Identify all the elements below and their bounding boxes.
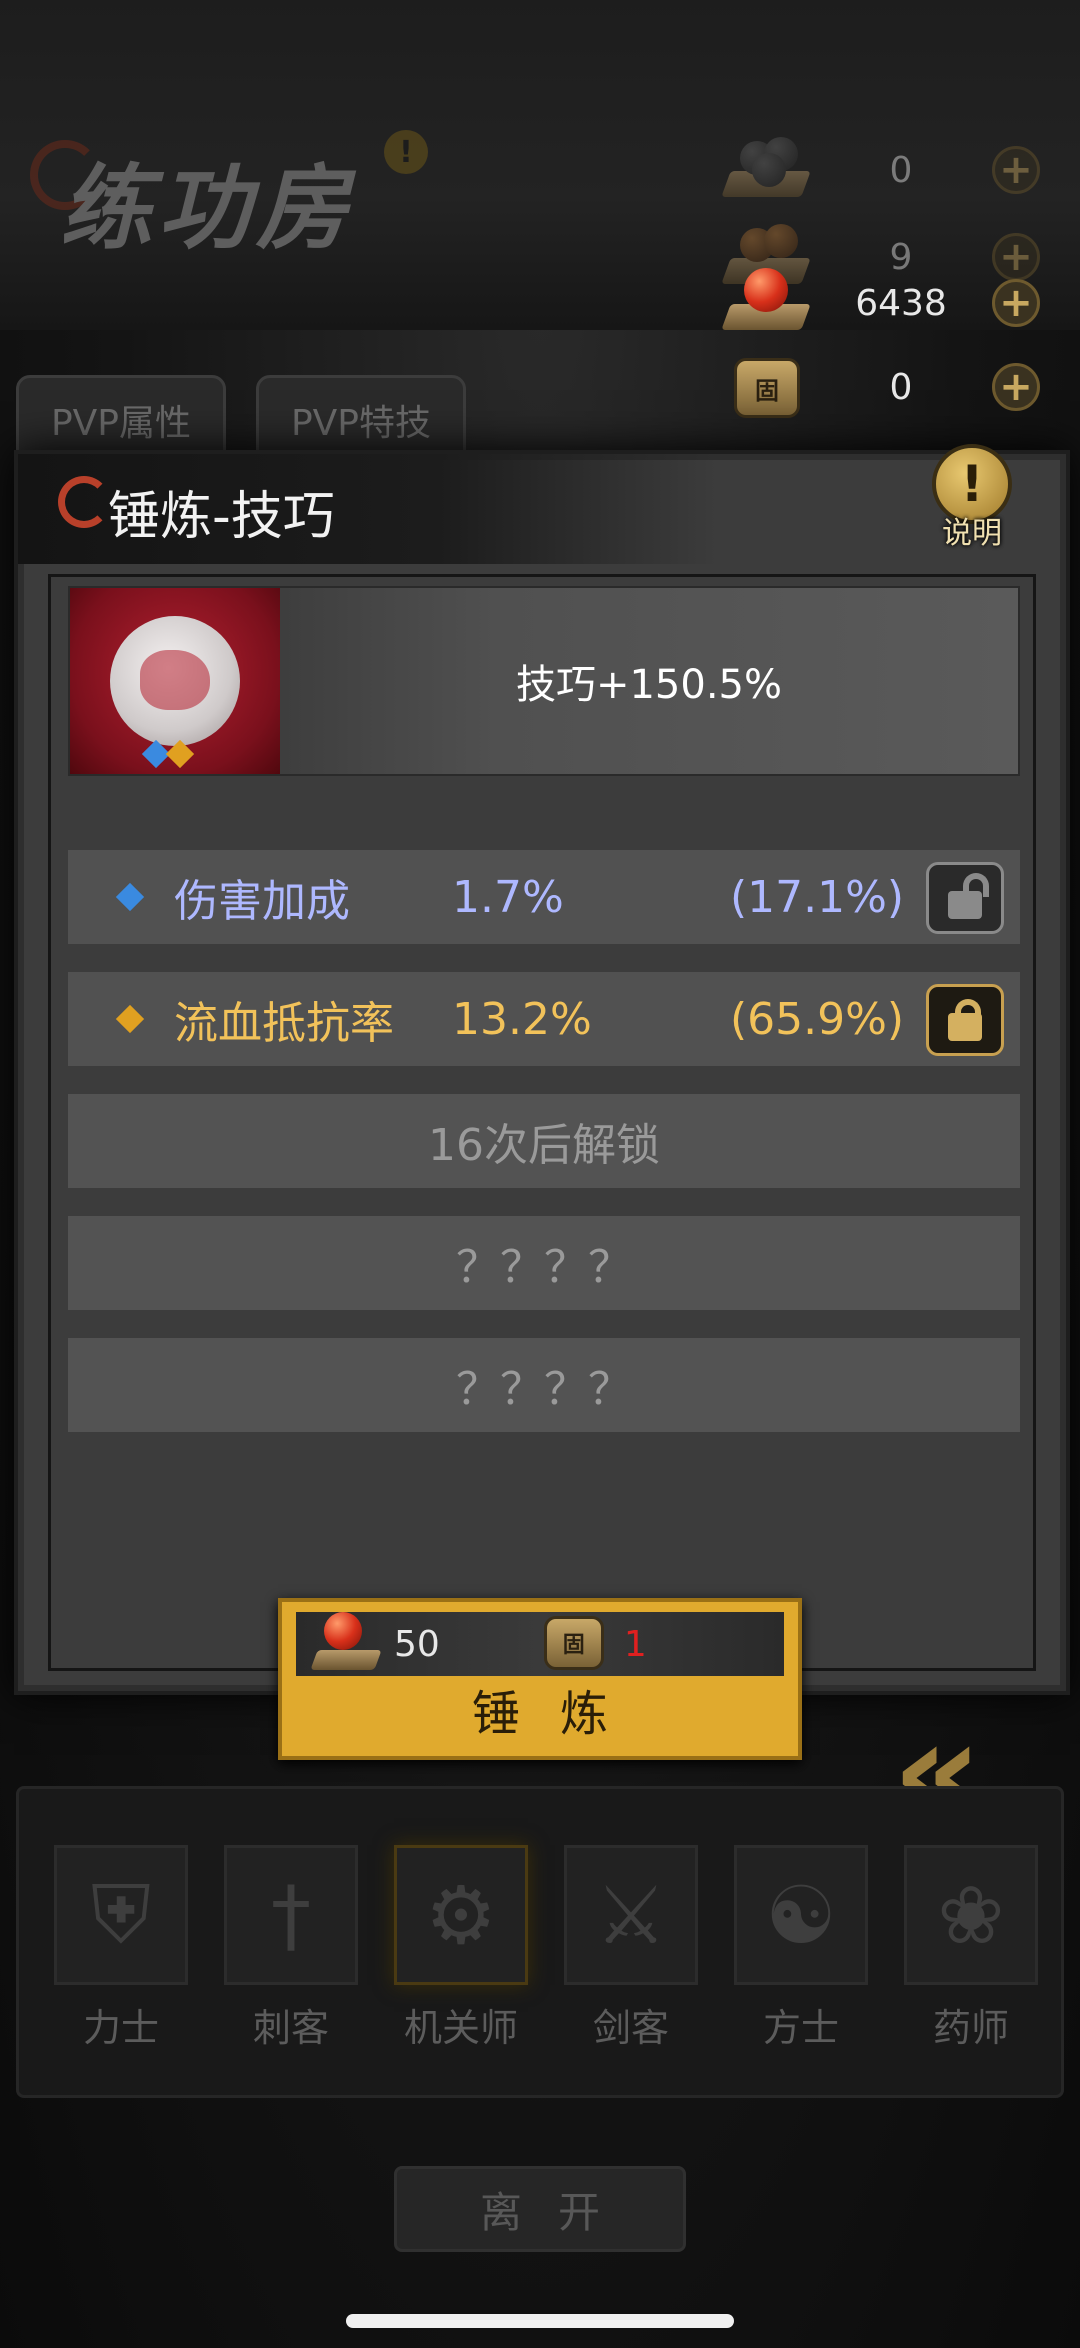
class-item-cike[interactable]: † 刺客 (221, 1845, 361, 2075)
attribute-value: 1.7% (452, 871, 564, 923)
herb-icon: ❀ (904, 1845, 1038, 1985)
add-currency-button[interactable]: + (992, 146, 1040, 194)
class-label: 剑客 (592, 2006, 669, 2050)
gold-diamond-icon (115, 1004, 145, 1034)
yin-yang-icon: ☯ (734, 1845, 868, 1985)
cost-medal: 固 1 (536, 1612, 647, 1676)
medal-icon: 固 (720, 352, 810, 422)
sword-icon: ⚔ (564, 1845, 698, 1985)
hall-title-text: 练功房 (60, 153, 355, 262)
gold-gem-icon (165, 739, 195, 769)
currency-value: 0 (889, 149, 913, 191)
shield-icon: ⛨ (54, 1845, 188, 1985)
alert-icon[interactable]: ! (384, 130, 428, 174)
currency-dark-pellet: 0 + (720, 135, 1040, 205)
cost-orb: 50 (306, 1612, 440, 1676)
add-currency-button[interactable]: + (992, 363, 1040, 411)
leave-button[interactable]: 离开 (394, 2166, 686, 2252)
gem-indicators (141, 739, 195, 769)
cost-medal-value: 1 (623, 1623, 647, 1665)
forge-cost-bar: 50 固 1 (296, 1612, 784, 1676)
attribute-max: (65.9%) (729, 993, 905, 1045)
help-button[interactable]: ! 说明 (924, 444, 1020, 554)
currency-medal: 固 0 + (720, 352, 1040, 422)
attribute-row-bleed-resist: 流血抵抗率 13.2% (65.9%) (68, 972, 1020, 1066)
attribute-name: 伤害加成 (174, 876, 350, 927)
panel-header: 锤炼-技巧 (18, 454, 718, 564)
forge-button[interactable]: 50 固 1 锤炼 (278, 1598, 802, 1760)
skill-card: 技巧+150.5% (68, 586, 1020, 776)
beast-emblem-icon (70, 588, 280, 774)
skill-effect-text: 技巧+150.5% (515, 662, 783, 708)
hall-title: 练功房 (30, 130, 390, 270)
red-orb-icon (720, 268, 811, 338)
title-emblem-icon (58, 476, 110, 528)
class-item-yaoshi[interactable]: ❀ 药师 (901, 1845, 1041, 2075)
attribute-value: 13.2% (452, 993, 592, 1045)
class-item-jiguanshi[interactable]: ⚙ 机关师 (391, 1845, 531, 2075)
attribute-max: (17.1%) (729, 871, 905, 923)
class-label: 药师 (932, 2006, 1009, 2050)
class-item-fangshi[interactable]: ☯ 方士 (731, 1845, 871, 2075)
cost-orb-value: 50 (394, 1623, 440, 1665)
class-label: 力士 (82, 2006, 159, 2050)
medal-icon: 固 (536, 1612, 618, 1676)
unlock-progress-row: 16次后解锁 (68, 1094, 1020, 1188)
attribute-name: 流血抵抗率 (174, 998, 394, 1049)
class-label: 方士 (762, 2006, 839, 2050)
class-item-jianke[interactable]: ⚔ 剑客 (561, 1845, 701, 2075)
unknown-attribute-row: ？？？？ (68, 1338, 1020, 1432)
locked-lock-button[interactable] (926, 984, 1004, 1056)
gear-icon: ⚙ (394, 1845, 528, 1985)
currency-value: 6438 (855, 282, 947, 324)
class-item-lishi[interactable]: ⛨ 力士 (51, 1845, 191, 2075)
home-indicator[interactable] (346, 2314, 734, 2328)
dagger-icon: † (224, 1845, 358, 1985)
panel-title: 锤炼-技巧 (108, 487, 335, 547)
forge-label: 锤炼 (471, 1686, 648, 1742)
currency-value: 0 (889, 366, 913, 408)
currency-red-orb: 6438 + (720, 268, 1040, 338)
unlocked-lock-button[interactable] (926, 862, 1004, 934)
class-label: 机关师 (403, 2006, 518, 2050)
dark-pellet-icon (720, 135, 811, 205)
forge-panel: 锤炼-技巧 ! 说明 技巧+150.5% 伤害加成 1.7% (17.1%) 流… (14, 444, 1070, 1695)
unknown-attribute-row: ？？？？ (68, 1216, 1020, 1310)
blue-diamond-icon (115, 882, 145, 912)
red-orb-icon (306, 1612, 388, 1676)
help-label: 说明 (942, 516, 1002, 551)
add-currency-button[interactable]: + (992, 279, 1040, 327)
class-bar: ⛨ 力士 † 刺客 ⚙ 机关师 ⚔ 剑客 ☯ 方士 ❀ 药师 (16, 1786, 1064, 2098)
attribute-row-damage-bonus: 伤害加成 1.7% (17.1%) (68, 850, 1020, 944)
class-label: 刺客 (252, 2006, 329, 2050)
